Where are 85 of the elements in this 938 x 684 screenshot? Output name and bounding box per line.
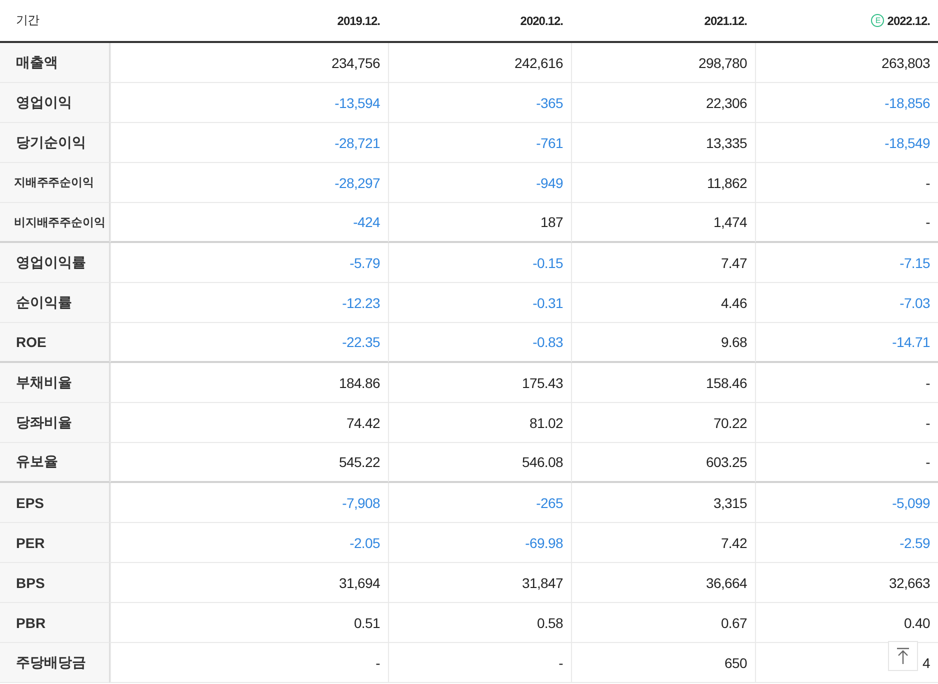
table-cell: - (755, 163, 938, 203)
table-cell: 158.46 (571, 363, 755, 403)
table-cell: -18,856 (755, 83, 938, 123)
table-cell: 1,474 (571, 203, 755, 243)
row-label: 순이익률 (0, 283, 110, 323)
table-cell: 184.86 (110, 363, 388, 403)
row-label: BPS (0, 563, 110, 603)
table-cell: 263,803 (755, 43, 938, 83)
table-cell: -12.23 (110, 283, 388, 323)
table-cell: 242,616 (388, 43, 571, 83)
table-cell: 32,663 (755, 563, 938, 603)
table-cell: 70.22 (571, 403, 755, 443)
table-cell: -424 (110, 203, 388, 243)
table-cell: - (110, 643, 388, 683)
table-cell: 4.46 (571, 283, 755, 323)
table-cell: -18,549 (755, 123, 938, 163)
table-cell: -365 (388, 83, 571, 123)
table-cell: - (755, 363, 938, 403)
table-cell: 7.47 (571, 243, 755, 283)
row-label: 유보율 (0, 443, 110, 483)
table-cell: - (388, 643, 571, 683)
table-cell: 31,694 (110, 563, 388, 603)
estimate-badge: E (871, 14, 884, 27)
table-cell: -2.59 (755, 523, 938, 563)
scroll-top-button[interactable] (888, 641, 918, 671)
table-cell: -265 (388, 483, 571, 523)
table-cell: 31,847 (388, 563, 571, 603)
row-label: PER (0, 523, 110, 563)
table-cell: 298,780 (571, 43, 755, 83)
row-label: 주당배당금 (0, 643, 110, 683)
table-cell: 650 (571, 643, 755, 683)
table-cell: -0.83 (388, 323, 571, 363)
table-cell: -761 (388, 123, 571, 163)
table-cell: - (755, 203, 938, 243)
table-cell: -2.05 (110, 523, 388, 563)
row-label: 지배주주순이익 (0, 163, 110, 203)
table-cell: 0.58 (388, 603, 571, 643)
table-cell: 9.68 (571, 323, 755, 363)
table-cell: 36,664 (571, 563, 755, 603)
table-cell: - (755, 443, 938, 483)
row-label: 매출액 (0, 43, 110, 83)
table-cell: -0.31 (388, 283, 571, 323)
table-cell: 13,335 (571, 123, 755, 163)
table-cell: -69.98 (388, 523, 571, 563)
table-cell: -0.15 (388, 243, 571, 283)
table-cell: -22.35 (110, 323, 388, 363)
row-label: 영업이익률 (0, 243, 110, 283)
table-cell: -28,297 (110, 163, 388, 203)
row-label: 당기순이익 (0, 123, 110, 163)
row-label: 당좌비율 (0, 403, 110, 443)
table-cell: 7.42 (571, 523, 755, 563)
table-cell: 546.08 (388, 443, 571, 483)
table-cell: - (755, 403, 938, 443)
table-cell: -7.15 (755, 243, 938, 283)
table-cell: 22,306 (571, 83, 755, 123)
table-cell: 74.42 (110, 403, 388, 443)
table-cell: -14.71 (755, 323, 938, 363)
table-cell: -5,099 (755, 483, 938, 523)
table-cell: -7.03 (755, 283, 938, 323)
column-header-label: 2020.12. (520, 14, 563, 28)
row-label: ROE (0, 323, 110, 363)
table-cell: 234,756 (110, 43, 388, 83)
row-label: 부채비율 (0, 363, 110, 403)
table-cell: -5.79 (110, 243, 388, 283)
column-header-label: 2021.12. (704, 14, 747, 28)
table-cell: 175.43 (388, 363, 571, 403)
table-cell: 545.22 (110, 443, 388, 483)
row-label: PBR (0, 603, 110, 643)
table-cell: -28,721 (110, 123, 388, 163)
table-cell: 187 (388, 203, 571, 243)
table-cell: -7,908 (110, 483, 388, 523)
column-header-label: 2022.12. (887, 14, 930, 28)
scroll-top-icon (896, 647, 910, 665)
table-cell: 11,862 (571, 163, 755, 203)
column-header-label: 2019.12. (337, 14, 380, 28)
row-label: EPS (0, 483, 110, 523)
row-label: 비지배주주순이익 (0, 203, 110, 243)
table-cell: 0.67 (571, 603, 755, 643)
table-cell: -949 (388, 163, 571, 203)
row-label: 영업이익 (0, 83, 110, 123)
table-cell: 603.25 (571, 443, 755, 483)
table-cell: 0.51 (110, 603, 388, 643)
table-cell: 81.02 (388, 403, 571, 443)
table-cell: 3,315 (571, 483, 755, 523)
table-cell: -13,594 (110, 83, 388, 123)
